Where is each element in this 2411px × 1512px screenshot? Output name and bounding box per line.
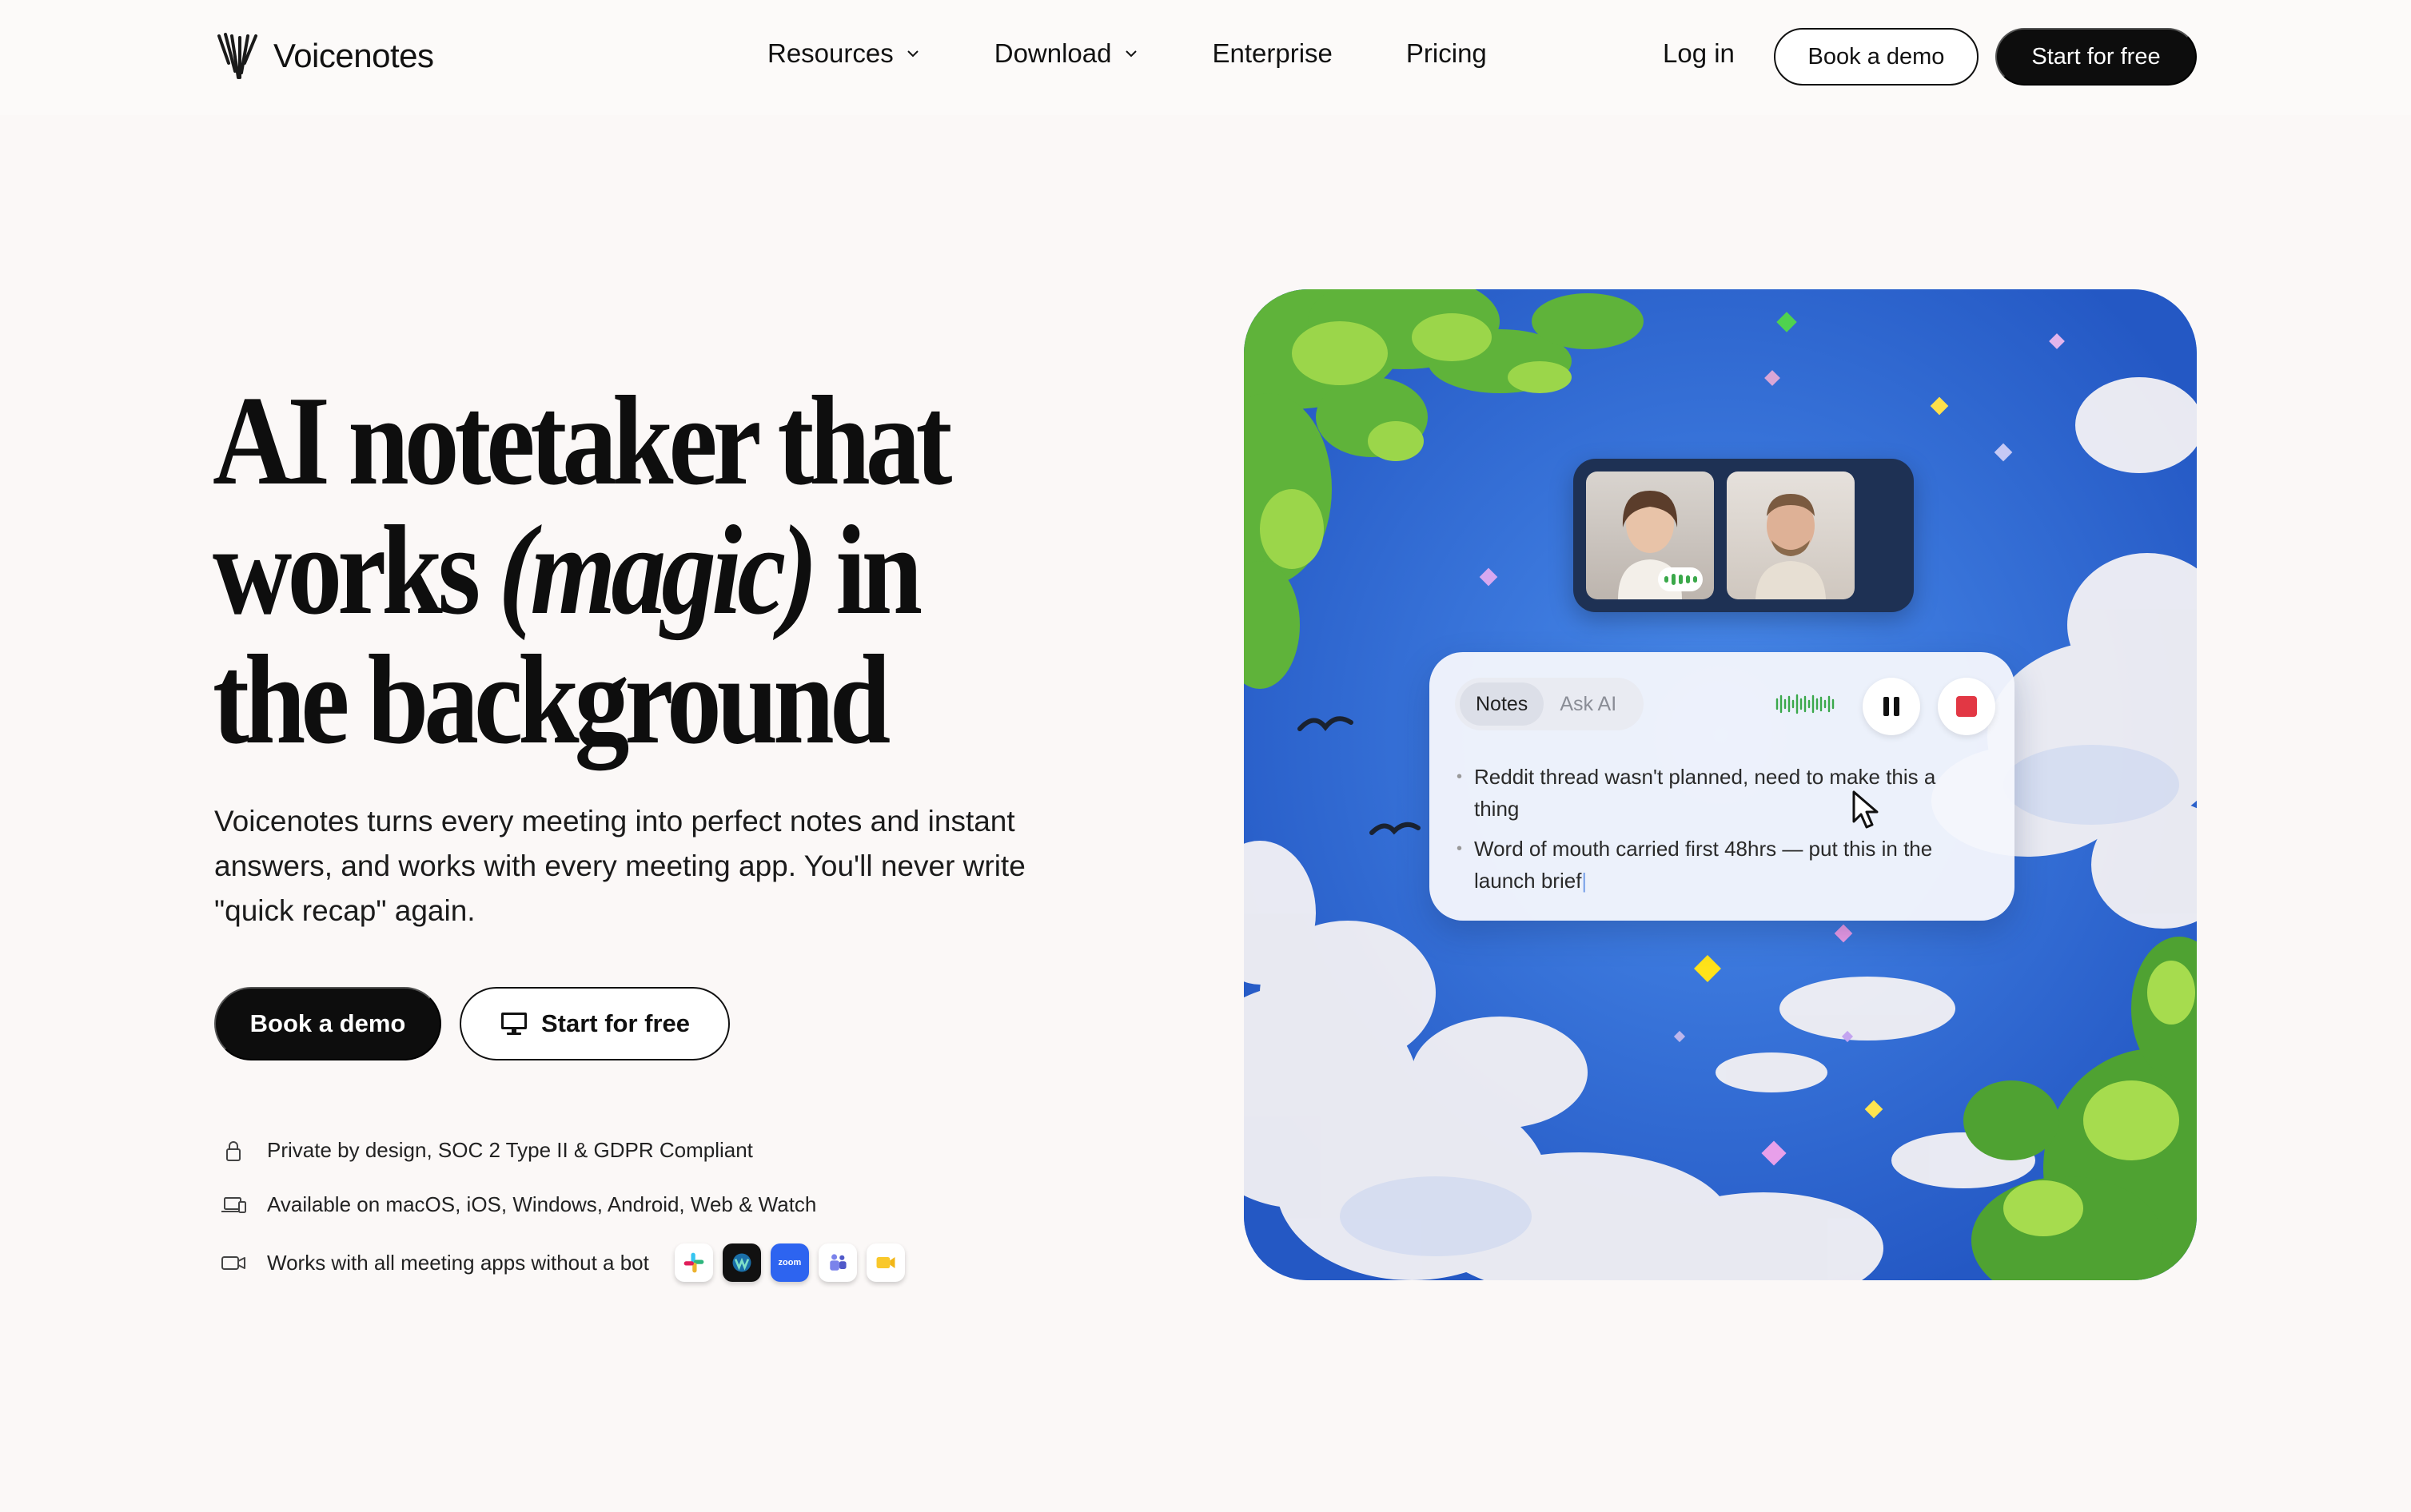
feature-privacy: Private by design, SOC 2 Type II & GDPR … — [221, 1138, 753, 1163]
feature-meeting-apps: Works with all meeting apps without a bo… — [221, 1243, 905, 1282]
nav-enterprise[interactable]: Enterprise — [1213, 38, 1333, 69]
hero-start-free-button[interactable]: Start for free — [460, 987, 730, 1060]
hero-title: AI notetaker that works (magic) in the b… — [213, 376, 969, 764]
hero-illustration: Notes Ask AI Reddit threa — [1244, 289, 2197, 1280]
feature-platforms-text: Available on macOS, iOS, Windows, Androi… — [267, 1192, 817, 1216]
speaking-indicator-icon — [1658, 567, 1703, 591]
nav-book-demo-button[interactable]: Book a demo — [1774, 28, 1979, 86]
notes-list: Reddit thread wasn't planned, need to ma… — [1455, 761, 1983, 905]
note-text: Word of mouth carried first 48hrs — put … — [1474, 837, 1933, 893]
text-caret: | — [1581, 869, 1588, 893]
voicenotes-logo-icon — [217, 33, 257, 79]
hero-title-magic: (magic) — [498, 499, 818, 641]
widget-tabs: Notes Ask AI — [1455, 678, 1644, 730]
list-item: Word of mouth carried first 48hrs — put … — [1455, 833, 1983, 897]
feature-meeting-apps-text: Works with all meeting apps without a bo… — [267, 1250, 649, 1275]
logo-text: Voicenotes — [273, 37, 434, 74]
hero-book-demo-button[interactable]: Book a demo — [214, 987, 441, 1060]
chevron-down-icon — [1125, 50, 1137, 58]
participant-avatar-icon — [1755, 494, 1826, 599]
hero-title-line2-pre: works — [213, 499, 499, 641]
pause-button[interactable] — [1863, 678, 1920, 735]
tab-notes[interactable]: Notes — [1460, 682, 1544, 726]
chevron-down-icon — [907, 50, 919, 58]
mouse-pointer-icon — [1852, 790, 1879, 829]
zoom-icon: zoom — [770, 1243, 809, 1282]
pause-icon — [1883, 697, 1899, 716]
participant-video-2 — [1727, 472, 1855, 599]
stop-button[interactable] — [1938, 678, 1995, 735]
video-camera-icon — [221, 1256, 245, 1270]
feature-platforms: Available on macOS, iOS, Windows, Androi… — [221, 1192, 816, 1217]
video-call-card — [1573, 459, 1914, 612]
nav-resources[interactable]: Resources — [767, 38, 921, 69]
lock-icon — [226, 1140, 241, 1161]
feature-privacy-text: Private by design, SOC 2 Type II & GDPR … — [267, 1138, 753, 1162]
hero-title-line3: the background — [213, 628, 891, 770]
teams-icon — [818, 1243, 857, 1282]
top-nav: Voicenotes Resources Download Enterprise… — [0, 0, 2411, 115]
hero-title-line2-post: in — [813, 499, 923, 641]
nav-download-label: Download — [994, 38, 1112, 68]
webex-icon — [722, 1243, 761, 1282]
nav-start-free-button[interactable]: Start for free — [1995, 28, 2197, 86]
hero-start-free-label: Start for free — [540, 1009, 691, 1037]
login-link[interactable]: Log in — [1663, 38, 1735, 69]
nav-links: Resources Download Enterprise Pricing — [767, 38, 1487, 69]
desktop-icon — [500, 1013, 527, 1035]
list-item: Reddit thread wasn't planned, need to ma… — [1455, 761, 1983, 825]
hero-subtitle: Voicenotes turns every meeting into perf… — [214, 805, 1026, 927]
nav-resources-label: Resources — [767, 38, 894, 68]
laptop-phone-icon — [221, 1196, 246, 1213]
slack-icon — [674, 1243, 713, 1282]
zoom-icon-label: zoom — [778, 1258, 802, 1267]
notes-widget: Notes Ask AI Reddit threa — [1429, 652, 2014, 921]
participant-video-1 — [1586, 472, 1714, 599]
google-meet-icon — [866, 1243, 905, 1282]
audio-waveform-icon — [1775, 694, 1835, 714]
nav-pricing[interactable]: Pricing — [1406, 38, 1487, 69]
tab-ask-ai[interactable]: Ask AI — [1544, 682, 1632, 726]
nav-download[interactable]: Download — [994, 38, 1139, 69]
logo[interactable]: Voicenotes — [214, 30, 434, 82]
hero-title-line1: AI notetaker that — [213, 369, 952, 511]
meeting-app-icons: zoom — [674, 1243, 905, 1282]
stop-icon — [1956, 696, 1977, 717]
